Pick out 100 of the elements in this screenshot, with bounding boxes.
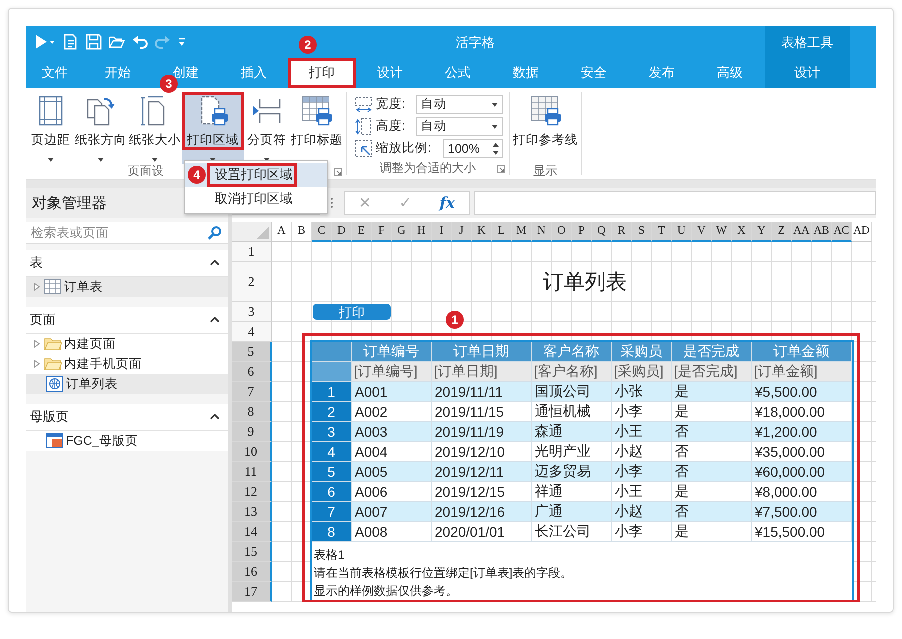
column-header[interactable]: M <box>512 222 532 242</box>
column-header[interactable]: R <box>612 222 632 242</box>
table-cell: 长江公司 <box>532 522 612 542</box>
table-cell: A001 <box>352 382 432 402</box>
row-header[interactable]: 8 <box>232 402 272 422</box>
row-header[interactable]: 17 <box>232 582 272 602</box>
collapse-icon[interactable] <box>210 414 220 420</box>
column-header[interactable]: L <box>492 222 512 242</box>
column-header[interactable]: U <box>672 222 692 242</box>
column-header[interactable]: Q <box>592 222 612 242</box>
table-cell: 2019/12/15 <box>432 482 532 502</box>
row-header[interactable]: 15 <box>232 542 272 562</box>
caret-icon <box>98 158 104 162</box>
tree-item[interactable]: 订单列表 <box>26 374 228 394</box>
column-header[interactable]: B <box>292 222 312 242</box>
tree-item[interactable]: 内建手机页面 <box>26 354 228 374</box>
column-header[interactable]: K <box>472 222 492 242</box>
row-header[interactable]: 11 <box>232 462 272 482</box>
formula-input[interactable] <box>474 191 876 215</box>
row-header[interactable]: 10 <box>232 442 272 462</box>
expand-arrow-icon[interactable] <box>34 283 40 291</box>
row-number: 1 <box>312 382 352 402</box>
formula-button[interactable]: fx <box>432 192 464 214</box>
column-header[interactable]: H <box>412 222 432 242</box>
column-header[interactable]: V <box>692 222 712 242</box>
search-icon[interactable] <box>208 226 222 240</box>
dropdown-field[interactable]: 自动 <box>416 117 503 136</box>
tree-item[interactable]: FGC_母版页 <box>26 431 228 451</box>
field-label: 缩放比例: <box>376 140 432 157</box>
grip-icon[interactable] <box>330 196 334 210</box>
row-header[interactable]: 3 <box>232 302 272 322</box>
run-icon[interactable] <box>34 34 56 50</box>
ribbon-button[interactable]: 打印区域 <box>182 92 244 164</box>
column-header[interactable]: N <box>532 222 552 242</box>
column-header[interactable]: Y <box>752 222 772 242</box>
save-icon[interactable] <box>86 34 102 50</box>
column-header[interactable]: AB <box>812 222 832 242</box>
row-header[interactable]: 4 <box>232 322 272 342</box>
column-header[interactable]: G <box>392 222 412 242</box>
undo-icon[interactable] <box>132 34 148 50</box>
ribbon-button[interactable]: 纸张方向 <box>74 92 128 164</box>
row-header[interactable]: 9 <box>232 422 272 442</box>
select-all-icon[interactable] <box>257 227 269 239</box>
column-header[interactable]: T <box>652 222 672 242</box>
collapse-icon[interactable] <box>210 317 220 323</box>
tree-item[interactable]: 内建页面 <box>26 334 228 354</box>
table-cell: 小张 <box>612 382 672 402</box>
spinner-arrows-icon[interactable] <box>493 142 499 156</box>
table-cell: 2019/12/16 <box>432 502 532 522</box>
ribbon-button[interactable]: 纸张大小 <box>128 92 182 164</box>
open-folder-icon[interactable] <box>109 34 125 50</box>
column-header[interactable]: P <box>572 222 592 242</box>
table-cell: 光明产业 <box>532 442 612 462</box>
row-header[interactable]: 16 <box>232 562 272 582</box>
ribbon-button[interactable]: 打印参考线 <box>512 92 579 164</box>
column-header[interactable]: E <box>352 222 372 242</box>
spinner-field[interactable]: 100% <box>443 139 503 158</box>
row-header[interactable]: 6 <box>232 362 272 382</box>
column-header[interactable]: AC <box>832 222 852 242</box>
column-header[interactable]: AD <box>852 222 872 242</box>
column-header[interactable]: J <box>452 222 472 242</box>
table-cell: 森通 <box>532 422 612 442</box>
table-cell: 小赵 <box>612 442 672 462</box>
column-heading: 订单编号 <box>352 342 432 362</box>
dialog-launcher-icon[interactable] <box>497 165 505 173</box>
column-header[interactable]: C <box>312 222 332 242</box>
column-header[interactable]: Z <box>772 222 792 242</box>
search-field[interactable]: 检索表或页面 <box>26 222 228 244</box>
column-header[interactable]: W <box>712 222 732 242</box>
highlight-frame <box>288 58 356 88</box>
column-header[interactable]: A <box>272 222 292 242</box>
row-header[interactable]: 14 <box>232 522 272 542</box>
column-header[interactable]: O <box>552 222 572 242</box>
row-header[interactable]: 13 <box>232 502 272 522</box>
print-button[interactable]: 打印 <box>313 304 391 320</box>
tree-item[interactable]: 订单表 <box>26 277 228 297</box>
ribbon-button[interactable]: 打印标题 <box>290 92 344 164</box>
ribbon-tab[interactable]: 设计 <box>765 58 850 88</box>
expand-arrow-icon[interactable] <box>34 360 40 368</box>
row-header[interactable]: 1 <box>232 242 272 262</box>
row-header[interactable]: 12 <box>232 482 272 502</box>
dialog-launcher-icon[interactable] <box>334 168 342 176</box>
table-cell: ¥1,200.00 <box>752 422 852 442</box>
row-header[interactable]: 5 <box>232 342 272 362</box>
ribbon-button[interactable]: 页边距 <box>28 92 74 164</box>
collapse-icon[interactable] <box>210 260 220 266</box>
column-header[interactable]: X <box>732 222 752 242</box>
menu-item[interactable]: 取消打印区域 <box>185 187 327 211</box>
expand-arrow-icon[interactable] <box>34 340 40 348</box>
row-header[interactable]: 2 <box>232 262 272 302</box>
column-header[interactable]: S <box>632 222 652 242</box>
table-cell: 否 <box>672 502 752 522</box>
column-header[interactable]: I <box>432 222 452 242</box>
new-file-icon[interactable] <box>63 34 79 50</box>
ribbon-button[interactable]: 分页符 <box>244 92 290 164</box>
column-header[interactable]: AA <box>792 222 812 242</box>
column-header[interactable]: D <box>332 222 352 242</box>
row-header[interactable]: 7 <box>232 382 272 402</box>
column-header[interactable]: F <box>372 222 392 242</box>
dropdown-field[interactable]: 自动 <box>416 95 503 114</box>
